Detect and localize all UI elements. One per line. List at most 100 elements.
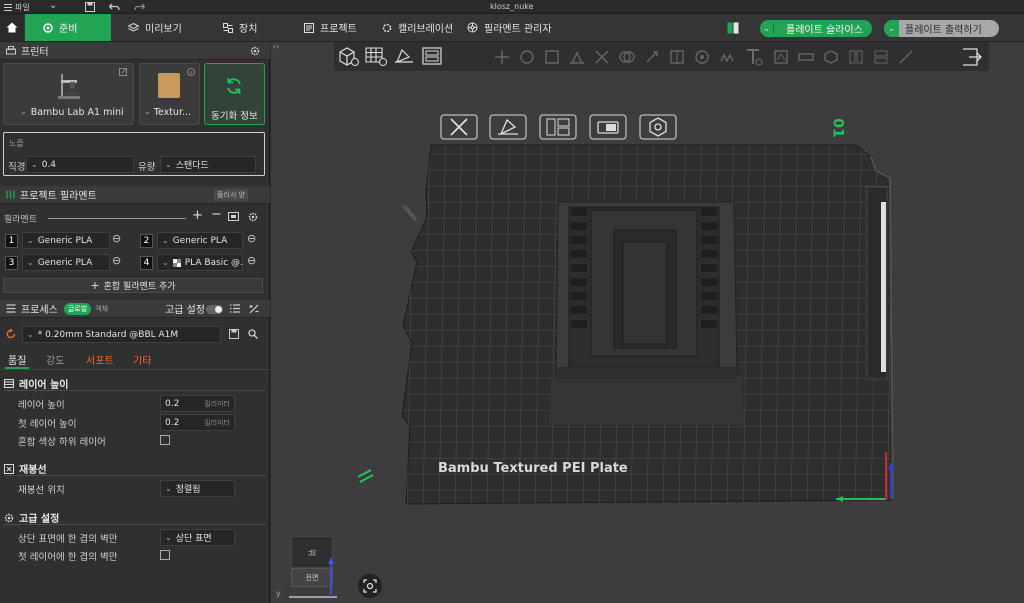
tab-preview[interactable]: 미리보기: [128, 14, 182, 41]
diameter-select[interactable]: ⌄ 0.4: [26, 156, 134, 173]
chevron-down-icon: ⌄: [27, 258, 34, 267]
process-section-header: 프로세스 글로벌 객체 고급 설정: [0, 300, 270, 318]
chevron-down-icon: ⌄: [27, 236, 34, 245]
filament-name: Generic PLA: [37, 235, 93, 246]
tab-project-label: 프로젝트: [320, 24, 357, 35]
process-profile-select[interactable]: ⌄ * 0.20mm Standard @BBL A1M: [22, 326, 221, 343]
filament-settings-icon[interactable]: [248, 212, 258, 222]
filament-sync-icon[interactable]: [228, 212, 239, 221]
3d-viewport[interactable]: ‹› 01 Bambu Textured PEI Plate 위 전면 y: [271, 42, 1024, 603]
zoom-fit-icon[interactable]: [358, 574, 382, 598]
plate-card[interactable]: ⌄ Textur...: [139, 63, 200, 125]
advanced-settings-label: 고급 설정: [165, 305, 205, 316]
printer-card[interactable]: ⌄ Bambu Lab A1 mini: [3, 63, 134, 125]
edit-icon[interactable]: [119, 68, 127, 76]
filament-select[interactable]: ⌄ Generic PLA: [157, 232, 243, 249]
printer-name: Bambu Lab A1 mini: [30, 107, 124, 118]
window-title: klosz_nuke: [490, 2, 534, 11]
model-object[interactable]: [549, 201, 744, 426]
filament-select[interactable]: ⌄ Generic PLA: [22, 232, 110, 249]
filament-minus-icon[interactable]: ⊖: [247, 232, 256, 245]
flush-volume-button[interactable]: 플러시 양: [214, 189, 248, 201]
filament-divider: [48, 218, 186, 219]
filament-select[interactable]: ⌄ Generic PLA: [22, 254, 110, 271]
slice-plate-button[interactable]: ⌄ 플레이트 슬라이스: [760, 20, 872, 37]
object-badge[interactable]: 객체: [95, 304, 108, 314]
tab-prepare-label: 준비: [59, 24, 78, 35]
tab-device-label: 장치: [239, 24, 258, 35]
filament-minus-icon[interactable]: ⊖: [112, 232, 121, 245]
list-view-icon[interactable]: [230, 304, 240, 313]
tab-prepare[interactable]: 준비: [25, 14, 111, 41]
tab-device[interactable]: 장치: [223, 14, 257, 41]
menu-icon[interactable]: [4, 3, 12, 11]
slice-dropdown-icon[interactable]: ⌄: [760, 24, 774, 33]
global-badge[interactable]: 글로벌: [63, 302, 92, 315]
seam-position-select[interactable]: ⌄ 정렬됨: [160, 480, 235, 497]
filament-select[interactable]: ⌄ PLA Basic @...: [157, 254, 243, 271]
first-layer-single-wall-checkbox[interactable]: [160, 550, 170, 560]
subtab-strength[interactable]: 강도: [46, 352, 64, 367]
search-icon[interactable]: [248, 329, 258, 339]
build-plate[interactable]: [271, 42, 1024, 603]
print-dropdown-icon[interactable]: ⌄: [884, 20, 899, 37]
first-layer-height-input[interactable]: 0.2 밀리미터: [160, 414, 235, 431]
print-plate-button[interactable]: ⌄ 플레이트 출력하기: [884, 20, 999, 37]
mixed-color-sublayer-checkbox[interactable]: [160, 435, 170, 445]
layer-height-group-title: 레이어 높이: [19, 380, 69, 391]
advanced-group: 고급 설정: [4, 510, 59, 525]
add-mixed-filament-button[interactable]: + 혼합 필라멘트 추가: [3, 278, 263, 293]
prepare-icon: [43, 22, 53, 33]
seam-position-label: 재봉선 위치: [18, 485, 65, 496]
unit-mm: 밀리미터: [204, 399, 230, 408]
remove-filament-icon[interactable]: −: [211, 207, 222, 222]
plate-type-label: Bambu Textured PEI Plate: [438, 461, 628, 476]
flow-select[interactable]: ⌄ 스탠다드: [160, 156, 256, 173]
dropdown-chevron-icon[interactable]: ⌄: [49, 0, 57, 11]
tab-calibration[interactable]: 캘리브레이션: [382, 14, 453, 41]
filament-icon: [467, 22, 478, 33]
printer-name-row[interactable]: ⌄ Bambu Lab A1 mini: [20, 107, 124, 118]
plate-sync-icon[interactable]: [727, 22, 739, 34]
subtab-support[interactable]: 서포트: [86, 352, 114, 367]
view-cube-top-label: 위: [307, 548, 317, 556]
chevron-down-icon: ⌄: [31, 160, 38, 169]
undo-icon[interactable]: [109, 2, 120, 12]
printer-settings-icon[interactable]: [250, 46, 260, 56]
diameter-label: 직경: [8, 162, 26, 173]
top-single-wall-select[interactable]: ⌄ 상단 표면: [160, 529, 235, 546]
info-icon[interactable]: [187, 68, 195, 76]
first-layer-height-value: 0.2: [165, 417, 180, 428]
save-icon[interactable]: [85, 2, 95, 12]
save-profile-icon[interactable]: [229, 329, 239, 339]
process-profile: * 0.20mm Standard @BBL A1M: [37, 329, 179, 340]
seam-group: 재봉선: [4, 461, 47, 476]
process-icon: [6, 304, 16, 313]
subtab-others[interactable]: 기타: [133, 352, 151, 367]
redo-icon[interactable]: [134, 2, 145, 12]
filament-minus-icon[interactable]: ⊖: [112, 254, 121, 267]
slot-number: 1: [5, 234, 18, 248]
plate-name-row[interactable]: ⌄ Textur...: [144, 107, 191, 118]
chevron-down-icon: ⌄: [144, 107, 151, 116]
home-icon[interactable]: [0, 14, 24, 41]
toggle-knob: [215, 306, 222, 313]
project-filament-header: 프로젝트 필라멘트 플러시 양: [0, 186, 270, 204]
subtab-quality[interactable]: 품질: [8, 352, 26, 367]
compare-icon[interactable]: [249, 304, 259, 314]
seam-group-title: 재봉선: [19, 465, 47, 476]
tab-filament-manager[interactable]: 필라멘트 관리자: [467, 14, 552, 41]
sync-info-button[interactable]: 동기화 정보: [204, 63, 265, 125]
advanced-group-title: 고급 설정: [19, 514, 60, 525]
reset-icon[interactable]: [6, 329, 16, 339]
add-filament-icon[interactable]: +: [192, 208, 203, 223]
view-axes: [289, 557, 337, 598]
tab-project[interactable]: 프로젝트: [304, 14, 357, 41]
plate-thumbnail: [158, 73, 180, 98]
slice-plate-label: 플레이트 슬라이스: [786, 25, 863, 36]
filament-minus-icon[interactable]: ⊖: [247, 254, 256, 267]
layer-height-input[interactable]: 0.2 밀리미터: [160, 395, 235, 412]
printer-model-icon: [58, 72, 80, 100]
advanced-toggle[interactable]: [206, 305, 223, 314]
file-menu[interactable]: 파일: [15, 2, 30, 13]
